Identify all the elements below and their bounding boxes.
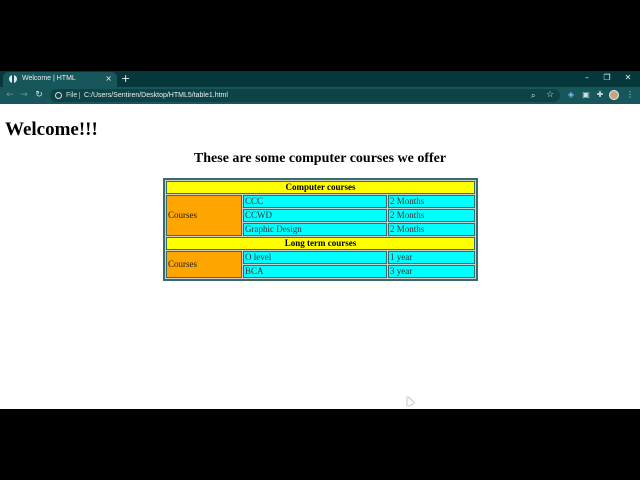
url-text[interactable]: C:/Users/Sentiren/Desktop/HTML5/table1.h…	[84, 90, 228, 101]
close-window-button[interactable]: ✕	[621, 72, 635, 83]
globe-icon	[9, 75, 17, 83]
table-row: Courses O level 1 year	[166, 251, 475, 278]
course-duration-cell: 3 year	[388, 265, 475, 278]
course-name-cell: BCA	[243, 265, 387, 278]
close-tab-icon[interactable]: ×	[105, 73, 112, 84]
reload-button[interactable]: ↻	[33, 89, 45, 101]
browser-toolbar: ← → ↻ File C:/Users/Sentiren/Desktop/HTM…	[0, 87, 640, 104]
mouse-cursor-icon	[403, 394, 415, 407]
address-separator	[79, 92, 80, 99]
row-label-cell: Courses	[166, 251, 242, 278]
courses-table: Computer courses Courses CCC 2 Months CC…	[163, 178, 478, 281]
address-bar[interactable]: File C:/Users/Sentiren/Desktop/HTML5/tab…	[50, 89, 560, 102]
minimize-button[interactable]: –	[580, 72, 594, 83]
section-header: Computer courses	[166, 181, 475, 194]
row-label-cell: Courses	[166, 195, 242, 236]
course-name-cell: O level	[243, 251, 387, 264]
menu-kebab-icon[interactable]: ⋮	[624, 89, 636, 101]
tab-welcome[interactable]: Welcome | HTML ×	[3, 72, 117, 87]
course-name-cell: CCC	[243, 195, 387, 208]
course-duration-cell: 2 Months	[388, 209, 475, 222]
browser-window: Welcome | HTML × + – ❐ ✕ ← → ↻ File C:/U…	[0, 71, 640, 409]
page-title: Welcome!!!	[5, 119, 98, 140]
course-name-cell: CCWD	[243, 209, 387, 222]
tab-strip: Welcome | HTML × + – ❐ ✕	[0, 71, 640, 87]
forward-button[interactable]: →	[18, 89, 30, 101]
course-name-cell: Graphic Design	[243, 223, 387, 236]
page-content: Welcome!!! These are some computer cours…	[0, 104, 640, 409]
table-row: Computer courses	[166, 181, 475, 194]
table-row: Long term courses	[166, 237, 475, 250]
scheme-label: File	[66, 92, 78, 99]
course-duration-cell: 1 year	[388, 251, 475, 264]
zoom-icon[interactable]: ⌕	[531, 90, 535, 101]
table-row: Courses CCC 2 Months	[166, 195, 475, 236]
course-duration-cell: 2 Months	[388, 223, 475, 236]
page-subtitle: These are some computer courses we offer	[193, 151, 447, 166]
extension-icon[interactable]: ▣	[580, 89, 592, 101]
shield-extension-icon[interactable]: ◈	[565, 89, 577, 101]
back-button[interactable]: ←	[4, 89, 16, 101]
puzzle-extensions-icon[interactable]: ✚	[594, 89, 606, 101]
new-tab-button[interactable]: +	[121, 72, 130, 85]
section-header: Long term courses	[166, 237, 475, 250]
info-icon[interactable]	[55, 92, 62, 99]
course-duration-cell: 2 Months	[388, 195, 475, 208]
restore-button[interactable]: ❐	[600, 72, 614, 83]
tab-title: Welcome | HTML	[22, 75, 76, 82]
bookmark-star-icon[interactable]: ☆	[546, 89, 554, 101]
profile-avatar[interactable]	[609, 90, 619, 100]
